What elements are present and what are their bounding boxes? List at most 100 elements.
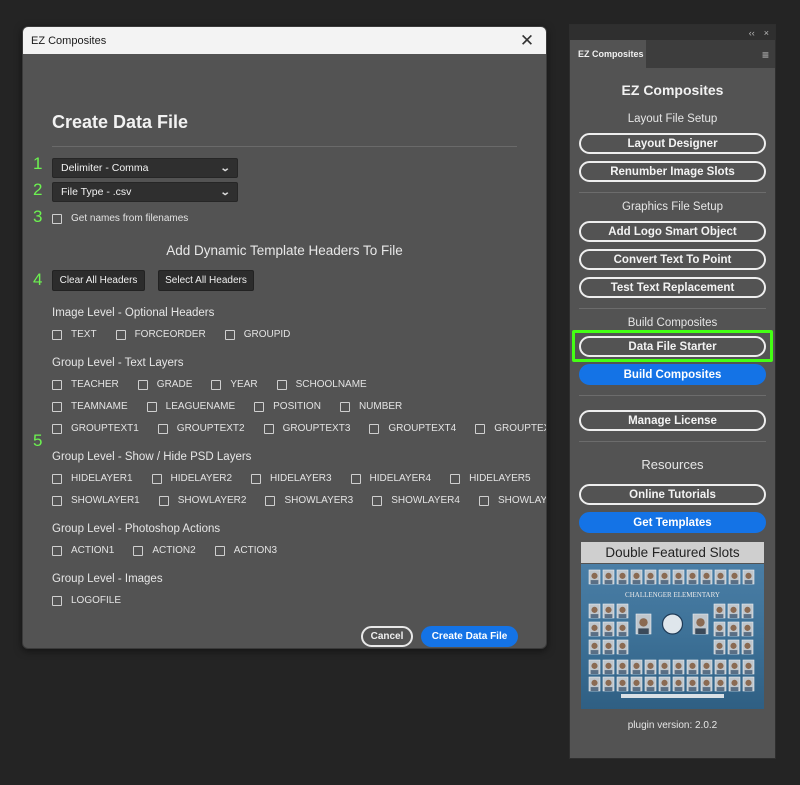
header-checkbox[interactable] <box>475 423 486 434</box>
portrait-tile <box>658 569 671 585</box>
header-option[interactable]: GROUPTEXT1 <box>52 423 139 434</box>
header-option[interactable]: HIDELAYER1 <box>52 473 133 484</box>
manage-license-button[interactable]: Manage License <box>579 410 766 431</box>
header-checkbox[interactable] <box>478 495 489 506</box>
portrait-tile <box>602 659 615 675</box>
header-option[interactable]: LEAGUENAME <box>146 401 235 412</box>
cancel-button[interactable]: Cancel <box>361 626 413 647</box>
header-option[interactable]: YEAR <box>211 379 258 390</box>
header-checkbox[interactable] <box>115 329 126 340</box>
header-option[interactable]: FORCEORDER <box>115 329 206 340</box>
tab-ez-composites[interactable]: EZ Composites <box>570 40 646 68</box>
test-text-replacement-button[interactable]: Test Text Replacement <box>579 277 766 298</box>
header-checkbox[interactable] <box>52 595 62 606</box>
collapse-icon[interactable]: ‹‹ <box>749 28 755 38</box>
header-option[interactable]: GROUPTEXT3 <box>263 423 350 434</box>
portrait-tile <box>588 621 601 637</box>
file-type-select[interactable]: File Type - .csv ⌄ <box>52 182 238 202</box>
build-composites-button[interactable]: Build Composites <box>579 364 766 385</box>
add-logo-smart-object-button[interactable]: Add Logo Smart Object <box>579 221 766 242</box>
create-data-file-button[interactable]: Create Data File <box>421 626 518 647</box>
header-option[interactable]: SHOWLAYER1 <box>52 495 140 506</box>
header-checkbox[interactable] <box>52 329 62 340</box>
header-option[interactable]: SHOWLAYERS <box>478 495 546 506</box>
close-icon[interactable]: × <box>764 28 769 38</box>
header-option[interactable]: TEAMNAME <box>52 401 128 412</box>
header-checkbox[interactable] <box>52 473 62 484</box>
header-option[interactable]: GRADE <box>137 379 192 390</box>
header-checkbox[interactable] <box>157 423 168 434</box>
header-checkbox[interactable] <box>251 473 262 484</box>
header-checkbox[interactable] <box>137 379 148 390</box>
select-all-headers-button[interactable]: Select All Headers <box>158 270 254 291</box>
header-option[interactable]: GROUPTEXT5 <box>475 423 546 434</box>
portrait-tile <box>635 613 652 635</box>
header-checkbox[interactable] <box>52 495 62 506</box>
header-option[interactable]: ACTION2 <box>133 545 196 556</box>
header-option[interactable]: SHOWLAYER3 <box>265 495 353 506</box>
header-checkbox[interactable] <box>450 473 461 484</box>
header-option[interactable]: NUMBER <box>339 401 402 412</box>
build-composites-label: Build Composites <box>627 317 718 329</box>
header-checkbox[interactable] <box>52 545 62 556</box>
header-checkbox[interactable] <box>350 473 361 484</box>
header-option[interactable]: GROUPID <box>224 329 290 340</box>
header-option[interactable]: ACTION1 <box>52 545 114 556</box>
header-checkbox[interactable] <box>52 423 62 434</box>
composite-thumbnail: CHALLENGER ELEMENTARY <box>588 569 755 698</box>
header-option[interactable]: TEACHER <box>52 379 119 390</box>
online-tutorials-button[interactable]: Online Tutorials <box>579 484 766 505</box>
close-icon[interactable]: ✕ <box>518 32 536 49</box>
chevron-down-icon: ⌄ <box>219 186 231 198</box>
header-checkbox[interactable] <box>52 401 62 412</box>
data-file-starter-button[interactable]: Data File Starter <box>579 336 766 357</box>
get-names-checkbox[interactable] <box>52 213 62 224</box>
header-checkbox[interactable] <box>224 329 235 340</box>
header-checkbox[interactable] <box>133 545 144 556</box>
renumber-image-slots-button[interactable]: Renumber Image Slots <box>579 161 766 182</box>
header-checkbox[interactable] <box>369 423 380 434</box>
header-label: SCHOOLNAME <box>295 379 367 390</box>
header-option[interactable]: LOGOFILE <box>52 595 121 606</box>
header-option[interactable]: GROUPTEXT2 <box>157 423 245 434</box>
header-option[interactable]: TEXT <box>52 329 97 340</box>
delimiter-select[interactable]: Delimiter - Comma ⌄ <box>52 158 238 178</box>
header-checkbox[interactable] <box>151 473 162 484</box>
header-checkbox[interactable] <box>265 495 276 506</box>
ez-composites-panel: ‹‹ × EZ Composites ≡ EZ Composites Layou… <box>569 24 776 759</box>
header-option[interactable]: HIDELAYER2 <box>151 473 232 484</box>
group-label-image-level: Image Level - Optional Headers <box>52 307 215 319</box>
header-checkbox[interactable] <box>52 379 62 390</box>
header-option[interactable]: SHOWLAYER2 <box>158 495 247 506</box>
header-checkbox[interactable] <box>276 379 287 390</box>
header-checkbox[interactable] <box>158 495 169 506</box>
hamburger-menu-icon[interactable]: ≡ <box>762 48 769 62</box>
header-checkbox[interactable] <box>211 379 222 390</box>
header-option[interactable]: HIDELAYER5 <box>450 473 531 484</box>
header-option[interactable]: SCHOOLNAME <box>276 379 367 390</box>
header-option[interactable]: SHOWLAYER4 <box>372 495 460 506</box>
header-option[interactable]: HIDELAYER4 <box>350 473 431 484</box>
header-option[interactable]: ACTION3 <box>214 545 277 556</box>
header-option[interactable]: GROUPTEXT4 <box>369 423 456 434</box>
portrait-tile <box>616 569 629 585</box>
template-preview-image[interactable]: CHALLENGER ELEMENTARY <box>581 564 764 709</box>
portrait-tile <box>644 659 657 675</box>
header-checkbox[interactable] <box>372 495 383 506</box>
header-checkbox[interactable] <box>214 545 225 556</box>
header-option[interactable]: POSITION <box>254 401 321 412</box>
convert-text-to-point-button[interactable]: Convert Text To Point <box>579 249 766 270</box>
header-checkbox[interactable] <box>254 401 265 412</box>
header-label: GROUPTEXT2 <box>176 423 245 434</box>
portrait-tile <box>742 659 755 675</box>
header-label: SHOWLAYER2 <box>177 495 247 506</box>
header-option[interactable]: HIDELAYER3 <box>251 473 332 484</box>
portrait-tile <box>630 569 643 585</box>
group-label-text-layers: Group Level - Text Layers <box>52 357 184 369</box>
header-checkbox[interactable] <box>146 401 157 412</box>
clear-all-headers-button[interactable]: Clear All Headers <box>52 270 145 291</box>
header-checkbox[interactable] <box>263 423 274 434</box>
layout-designer-button[interactable]: Layout Designer <box>579 133 766 154</box>
header-checkbox[interactable] <box>339 401 350 412</box>
get-templates-button[interactable]: Get Templates <box>579 512 766 533</box>
